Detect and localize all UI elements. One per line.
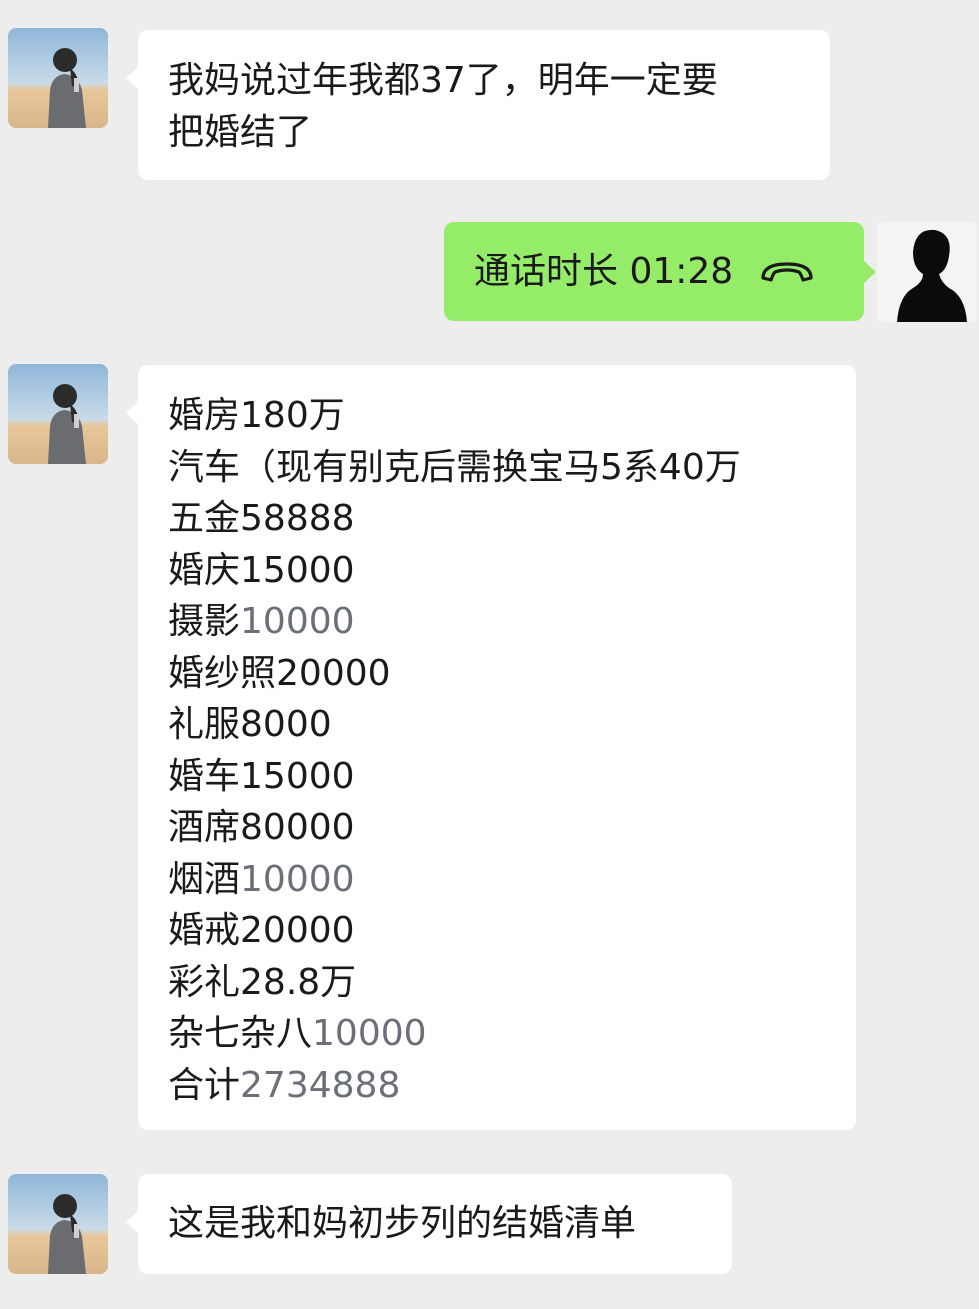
item-value: 20000 (276, 652, 391, 694)
list-item: 杂七杂八10000 (168, 1008, 856, 1060)
item-label: 婚戒 (168, 910, 241, 951)
item-label: 合计 (168, 1064, 241, 1106)
item-value: 15000 (240, 549, 355, 591)
contact-avatar-image (8, 1174, 108, 1274)
list-item: 婚庆15000 (168, 545, 856, 597)
list-item: 婚戒20000 (168, 905, 856, 957)
message-row: 婚房180万 汽车（现有别克后需换宝马5系40万 五金58888 婚庆15000… (0, 350, 979, 1150)
message-text-line: 我妈说过年我都37了，明年一定要 (168, 60, 718, 101)
item-value: （现有别克后需换宝马5系40万 (240, 446, 741, 488)
list-item: 礼服8000 (168, 699, 856, 751)
item-label: 婚纱照 (168, 652, 277, 694)
self-avatar-image (877, 222, 977, 322)
item-value: 10000 (312, 1013, 427, 1054)
message-bubble-incoming[interactable]: 这是我和妈初步列的结婚清单 (126, 1174, 732, 1274)
item-label: 烟酒 (168, 858, 241, 900)
item-value: 80000 (240, 807, 355, 848)
item-label: 婚房 (168, 395, 241, 436)
item-label: 婚庆 (168, 549, 241, 591)
list-item: 摄影10000 (168, 596, 856, 648)
item-label: 婚车 (168, 755, 241, 797)
list-item: 酒席80000 (168, 802, 856, 854)
contact-avatar[interactable] (8, 364, 108, 464)
message-row: 通话时长 01:28 (0, 210, 979, 340)
self-avatar[interactable] (877, 222, 977, 322)
contact-avatar-image (8, 364, 108, 464)
message-text-line: 把婚结了 (168, 111, 313, 153)
item-label: 摄影 (168, 601, 241, 642)
item-label: 杂七杂八 (168, 1013, 313, 1054)
list-item-total: 合计2734888 (168, 1060, 856, 1112)
item-label: 汽车 (168, 446, 241, 488)
list-item: 婚车15000 (168, 751, 856, 803)
item-value: 8000 (240, 704, 332, 745)
item-value: 28.8万 (240, 961, 357, 1003)
list-item: 汽车（现有别克后需换宝马5系40万 (168, 442, 856, 494)
item-label: 彩礼 (168, 961, 241, 1003)
item-value: 180万 (240, 395, 345, 436)
message-text-line: 这是我和妈初步列的结婚清单 (168, 1203, 637, 1244)
item-label: 礼服 (168, 704, 241, 745)
item-value: 15000 (240, 755, 355, 797)
list-item: 婚房180万 (168, 390, 856, 442)
item-value: 10000 (240, 858, 355, 900)
item-value: 58888 (240, 498, 355, 539)
item-value: 20000 (240, 910, 355, 951)
contact-avatar-image (8, 28, 108, 128)
list-item: 五金58888 (168, 493, 856, 545)
item-label: 酒席 (168, 807, 241, 848)
item-value: 10000 (240, 601, 355, 642)
contact-avatar[interactable] (8, 1174, 108, 1274)
message-bubble-incoming[interactable]: 婚房180万 汽车（现有别克后需换宝马5系40万 五金58888 婚庆15000… (126, 365, 856, 1130)
list-item: 烟酒10000 (168, 854, 856, 906)
list-item: 婚纱照20000 (168, 648, 856, 700)
item-label: 五金 (168, 498, 241, 539)
call-record-bubble[interactable]: 通话时长 01:28 (444, 222, 876, 321)
message-bubble-incoming[interactable]: 我妈说过年我都37了，明年一定要 把婚结了 (126, 30, 830, 180)
phone-hangup-icon (759, 258, 815, 286)
item-value: 2734888 (240, 1064, 401, 1106)
message-row: 我妈说过年我都37了，明年一定要 把婚结了 (0, 0, 979, 190)
message-row: 这是我和妈初步列的结婚清单 (0, 1160, 979, 1300)
list-item: 彩礼28.8万 (168, 957, 856, 1009)
call-duration-text: 通话时长 01:28 (474, 250, 734, 292)
contact-avatar[interactable] (8, 28, 108, 128)
